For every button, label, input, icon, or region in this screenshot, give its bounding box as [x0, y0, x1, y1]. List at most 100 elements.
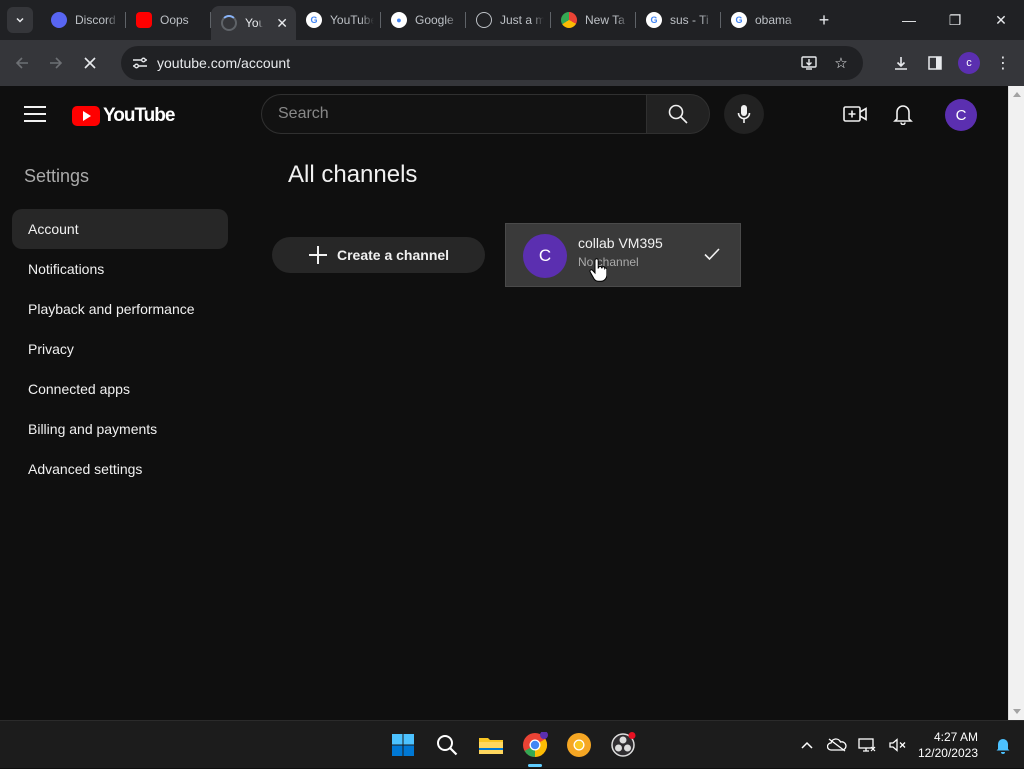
- tab-title: Oops: [160, 13, 189, 27]
- youtube-logo-text: YouTube: [103, 105, 175, 126]
- scroll-down-arrow-icon[interactable]: [1013, 709, 1021, 714]
- channel-subtitle: No channel: [578, 255, 639, 269]
- system-tray: 4:27 AM 12/20/2023: [792, 721, 1024, 769]
- create-channel-label: Create a channel: [337, 247, 450, 263]
- forward-arrow-icon[interactable]: [39, 46, 73, 80]
- google-icon: G: [646, 12, 662, 28]
- youtube-header: YouTube C: [0, 86, 1008, 142]
- browser-tab[interactable]: Just a m: [466, 0, 551, 40]
- settings-nav-billing[interactable]: Billing and payments: [12, 409, 228, 449]
- settings-nav-advanced[interactable]: Advanced settings: [12, 449, 228, 489]
- voice-search-button[interactable]: [724, 94, 764, 134]
- tab-title: YouTube: [245, 16, 263, 30]
- globe-icon: [476, 12, 492, 28]
- site-settings-icon[interactable]: [125, 56, 155, 70]
- address-bar[interactable]: youtube.com/account ☆: [121, 46, 863, 80]
- search-input[interactable]: [278, 105, 646, 123]
- browser-tab[interactable]: Discord: [41, 0, 126, 40]
- settings-nav-playback[interactable]: Playback and performance: [12, 289, 228, 329]
- close-window-icon[interactable]: ✕: [978, 0, 1024, 40]
- browser-toolbar: youtube.com/account ☆ c ⋮: [0, 40, 1024, 86]
- page-title: All channels: [288, 161, 418, 188]
- page-scrollbar[interactable]: [1008, 86, 1024, 720]
- notification-bell-icon[interactable]: [988, 730, 1018, 760]
- browser-tab-active[interactable]: YouTube ✕: [211, 6, 296, 40]
- search-box[interactable]: [261, 94, 646, 134]
- tab-search-button[interactable]: [7, 7, 33, 33]
- browser-tab[interactable]: G obama: [721, 0, 806, 40]
- bookmark-star-icon[interactable]: ☆: [825, 49, 857, 77]
- browser-tab-strip: Discord Oops YouTube ✕ G YouTube ● Googl…: [0, 0, 1024, 40]
- create-video-icon[interactable]: [839, 98, 871, 130]
- side-panel-icon[interactable]: [918, 46, 952, 80]
- tab-title: YouTube: [330, 13, 374, 27]
- minimize-icon[interactable]: —: [886, 0, 932, 40]
- taskbar-search-icon[interactable]: [431, 729, 463, 761]
- obs-studio-icon[interactable]: [607, 729, 639, 761]
- tab-title: obama: [755, 13, 792, 27]
- checkmark-icon: [704, 248, 720, 261]
- browser-profile-avatar[interactable]: c: [958, 52, 980, 74]
- download-icon[interactable]: [884, 46, 918, 80]
- browser-tab[interactable]: G sus - Ti: [636, 0, 721, 40]
- taskbar-clock[interactable]: 4:27 AM 12/20/2023: [918, 729, 978, 761]
- chrome-icon: [561, 12, 577, 28]
- chrome-taskbar-icon[interactable]: [519, 729, 551, 767]
- back-arrow-icon[interactable]: [5, 46, 39, 80]
- google-lens-icon: ●: [391, 12, 407, 28]
- network-icon[interactable]: [852, 730, 882, 760]
- chrome-canary-icon[interactable]: [563, 729, 595, 761]
- tab-close-icon[interactable]: ✕: [276, 15, 288, 32]
- google-icon: G: [731, 12, 747, 28]
- settings-nav: Account Notifications Playback and perfo…: [12, 209, 228, 489]
- restore-icon[interactable]: ❐: [932, 0, 978, 40]
- scroll-up-arrow-icon[interactable]: [1013, 92, 1021, 97]
- windows-start-icon[interactable]: [387, 729, 419, 761]
- onedrive-icon[interactable]: [822, 730, 852, 760]
- settings-nav-privacy[interactable]: Privacy: [12, 329, 228, 369]
- new-tab-button[interactable]: +: [810, 6, 838, 34]
- install-app-icon[interactable]: [793, 49, 825, 77]
- tab-title: Just a m: [500, 13, 544, 27]
- youtube-play-icon: [72, 106, 100, 126]
- settings-title: Settings: [24, 166, 90, 186]
- tab-title: Google: [415, 13, 454, 27]
- more-menu-icon[interactable]: ⋮: [986, 46, 1020, 80]
- hand-cursor-icon: [589, 258, 607, 282]
- channel-avatar: C: [523, 234, 567, 278]
- volume-muted-icon[interactable]: [882, 730, 912, 760]
- youtube-logo[interactable]: YouTube: [72, 105, 175, 127]
- browser-tab[interactable]: G YouTube: [296, 0, 381, 40]
- search-button[interactable]: [646, 94, 710, 134]
- microphone-icon: [737, 105, 751, 123]
- search-icon: [668, 104, 688, 124]
- channel-card[interactable]: C collab VM395 No channel: [505, 223, 741, 287]
- tab-title: New Ta: [585, 13, 625, 27]
- browser-tab[interactable]: New Ta: [551, 0, 636, 40]
- plus-icon: [308, 245, 328, 265]
- file-explorer-icon[interactable]: [475, 729, 507, 761]
- discord-icon: [51, 12, 67, 28]
- browser-tab[interactable]: Oops: [126, 0, 211, 40]
- notifications-bell-icon[interactable]: [887, 98, 919, 130]
- channel-name: collab VM395: [578, 235, 663, 251]
- browser-tab[interactable]: ● Google: [381, 0, 466, 40]
- account-avatar[interactable]: C: [945, 99, 977, 131]
- chevron-down-icon: [16, 17, 24, 23]
- url-text[interactable]: youtube.com/account: [157, 55, 290, 71]
- settings-nav-notifications[interactable]: Notifications: [12, 249, 228, 289]
- clock-time: 4:27 AM: [933, 730, 978, 744]
- youtube-icon: [136, 12, 152, 28]
- loading-spinner-icon: [221, 15, 237, 31]
- settings-nav-account[interactable]: Account: [12, 209, 228, 249]
- google-icon: G: [306, 12, 322, 28]
- clock-date: 12/20/2023: [917, 746, 978, 760]
- show-hidden-icons-chevron-icon[interactable]: [792, 730, 822, 760]
- window-controls: — ❐ ✕: [886, 0, 1024, 40]
- stop-loading-icon[interactable]: [73, 46, 107, 80]
- tab-title: Discord: [75, 13, 116, 27]
- hamburger-menu-icon[interactable]: [24, 104, 46, 124]
- create-channel-button[interactable]: Create a channel: [272, 237, 485, 273]
- settings-nav-connected-apps[interactable]: Connected apps: [12, 369, 228, 409]
- tab-title: sus - Ti: [670, 13, 709, 27]
